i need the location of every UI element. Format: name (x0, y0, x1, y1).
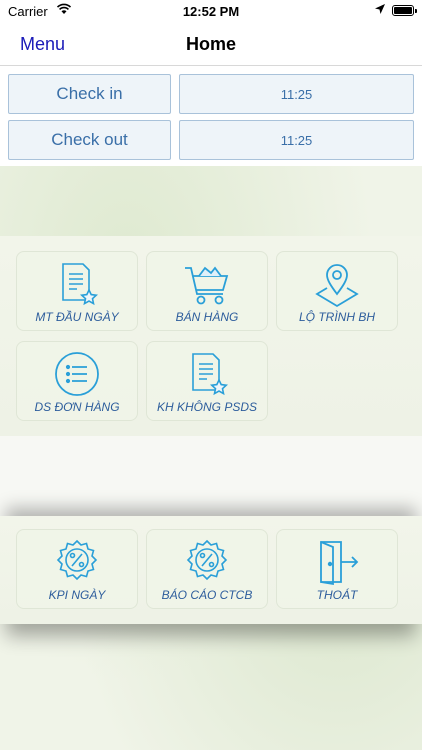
tile-label: MT ĐẦU NGÀY (35, 310, 119, 324)
tile-lo-trinh-bh[interactable]: LỘ TRÌNH BH (276, 251, 398, 331)
check-out-button[interactable]: Check out (8, 120, 171, 160)
tile-ds-don-hang[interactable]: DS ĐƠN HÀNG (16, 341, 138, 421)
map-pin-icon (277, 260, 397, 308)
location-arrow-icon (374, 3, 386, 18)
list-circle-icon (17, 350, 137, 398)
check-in-time: 11:25 (179, 74, 414, 114)
tile-thoat[interactable]: THOÁT (276, 529, 398, 609)
tile-label: THOÁT (316, 588, 358, 602)
document-star-icon (147, 350, 267, 398)
battery-icon (392, 5, 417, 16)
tile-kpi-ngay[interactable]: KPI NGÀY (16, 529, 138, 609)
percent-badge-icon (17, 538, 137, 586)
check-in-button[interactable]: Check in (8, 74, 171, 114)
page-title: Home (185, 34, 236, 54)
check-panel: Check in 11:25 Check out 11:25 (0, 66, 422, 166)
check-out-time: 11:25 (179, 120, 414, 160)
tile-ban-hang[interactable]: BÁN HÀNG (146, 251, 268, 331)
exit-door-icon (277, 538, 397, 586)
tile-kh-khong-psds[interactable]: KH KHÔNG PSDS (146, 341, 268, 421)
tile-label: DS ĐƠN HÀNG (34, 400, 120, 414)
document-star-icon (17, 260, 137, 308)
band-gap (0, 436, 422, 516)
status-time: 12:52 PM (182, 4, 240, 19)
tile-bao-cao-ctcb[interactable]: BÁO CÁO CTCB (146, 529, 268, 609)
percent-badge-icon (147, 538, 267, 586)
tile-label: BÁN HÀNG (175, 310, 239, 324)
tile-mt-dau-ngay[interactable]: MT ĐẦU NGÀY (16, 251, 138, 331)
tile-label: KPI NGÀY (48, 588, 106, 602)
status-bar: Carrier 12:52 PM (0, 0, 422, 22)
tile-label: LỘ TRÌNH BH (298, 310, 375, 324)
tile-label: BÁO CÁO CTCB (161, 588, 253, 602)
tile-label: KH KHÔNG PSDS (156, 400, 258, 414)
navigation-bar: Menu Home (0, 22, 422, 66)
shopping-cart-icon (147, 260, 267, 308)
